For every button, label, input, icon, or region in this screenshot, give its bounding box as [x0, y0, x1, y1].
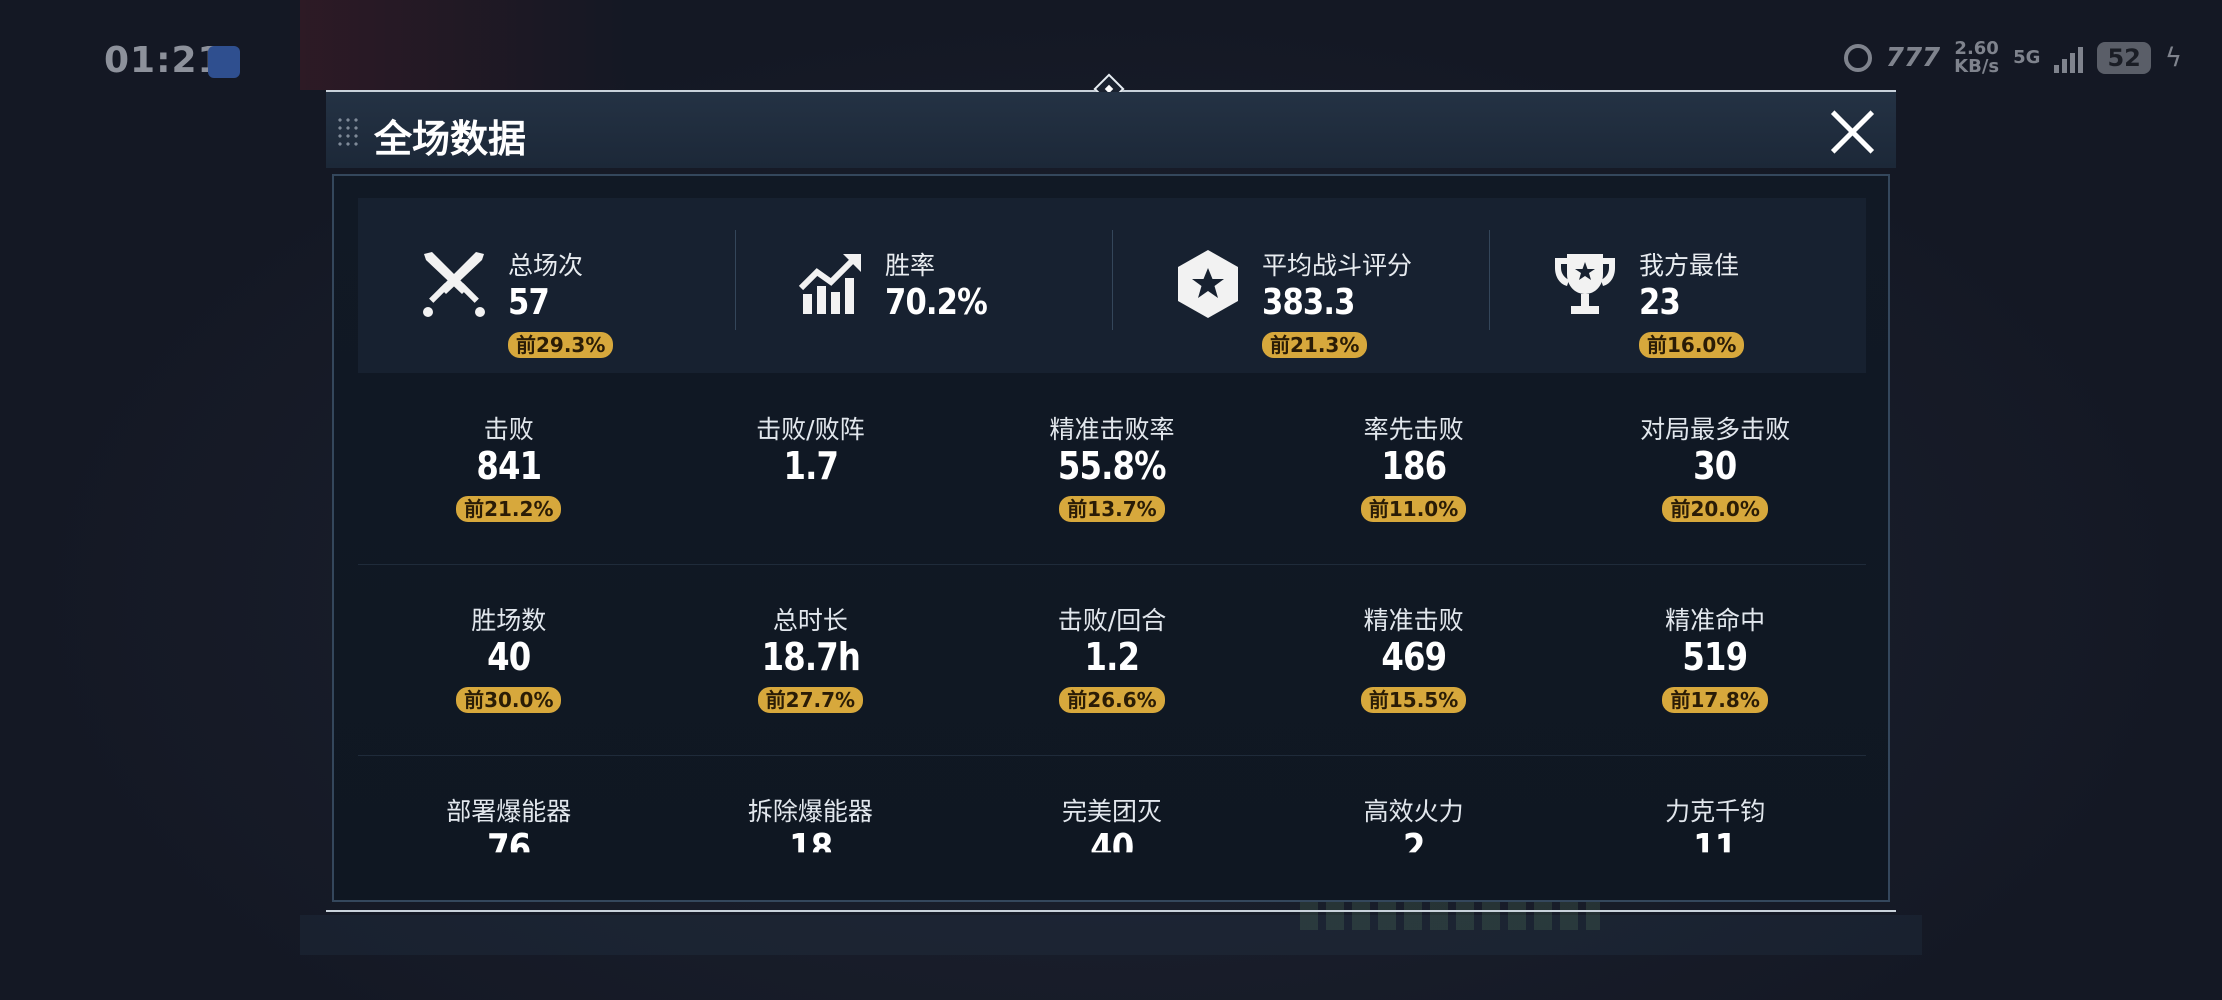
drag-handle-icon[interactable] [336, 116, 358, 146]
stat-cell-plants: 部署爆能器 76 [358, 756, 660, 900]
stats-grid: 击败 841 前21.2% 击败/败阵 1.7 精准击败率 55.8% 前13.… [358, 374, 1866, 900]
stat-label: 完美团灭 [1061, 797, 1162, 826]
crossed-swords-icon [423, 252, 485, 317]
stat-cell-headshot-kills: 精准击败 469 前15.5% [1263, 565, 1565, 755]
stat-value: 76 [487, 826, 531, 870]
stats-row: 胜场数 40 前30.0% 总时长 18.7h 前27.7% 击败/回合 1.2… [358, 565, 1866, 756]
summary-value: 23 [1639, 282, 1681, 323]
stat-label: 拆除爆能器 [747, 797, 873, 826]
summary-value: 70.2% [885, 282, 988, 323]
summary-total-matches: 总场次 57 前29.3% [358, 198, 735, 373]
stat-label: 精准命中 [1665, 606, 1766, 635]
stat-value: 2 [1402, 826, 1425, 870]
close-button[interactable] [1826, 104, 1878, 156]
stat-value: 186 [1381, 444, 1447, 488]
brand-logo-icon: 777 [1885, 43, 1941, 73]
stat-cell-headshot-rate: 精准击败率 55.8% 前13.7% [961, 374, 1263, 564]
rank-badge: 前17.8% [1662, 687, 1768, 713]
summary-label: 我方最佳 [1639, 251, 1740, 280]
summary-win-rate: 胜率 70.2% [735, 198, 1112, 373]
rank-badge: 前20.0% [1662, 496, 1768, 522]
stat-cell-clutches: 力克千钧 11 [1564, 756, 1866, 900]
stat-cell-first-kills: 率先击败 186 前11.0% [1263, 374, 1565, 564]
modal-bottom-border [326, 910, 1896, 912]
stat-value: 55.8% [1058, 444, 1167, 488]
rank-badge: 前29.3% [508, 332, 614, 358]
stat-value: 18 [788, 826, 833, 870]
rank-badge: 前13.7% [1059, 496, 1165, 522]
stat-value: 1.7 [783, 444, 839, 488]
network-speed: 2.60 KB/s [1954, 38, 2000, 77]
summary-panel: 总场次 57 前29.3% 胜率 70.2% 平均战斗评分 383.3 前21.… [358, 198, 1866, 373]
stat-value: 841 [476, 444, 542, 488]
stat-label: 率先击败 [1363, 415, 1464, 444]
summary-team-best: 我方最佳 23 前16.0% [1489, 198, 1866, 373]
rank-badge: 前27.7% [757, 687, 864, 713]
stat-cell-headshot-hits: 精准命中 519 前17.8% [1564, 565, 1866, 755]
rank-badge: 前21.2% [456, 496, 562, 522]
stat-label: 击败/回合 [1057, 606, 1167, 635]
stat-cell-efficient-fire: 高效火力 2 [1263, 756, 1565, 900]
stat-value: 40 [1090, 826, 1134, 870]
stat-cell-kd: 击败/败阵 1.7 [660, 374, 962, 564]
stat-label: 击败 [483, 415, 534, 444]
charging-icon: ϟ [2164, 43, 2182, 73]
stats-modal: 全场数据 总场次 57 前29.3% 胜率 70.2% 平均战斗评分 383.3… [326, 73, 1896, 912]
stat-label: 胜场数 [471, 606, 547, 635]
rank-badge: 前15.5% [1360, 687, 1467, 713]
status-time: 01:21 [104, 40, 224, 81]
modal-header: 全场数据 [326, 92, 1896, 168]
stat-cell-kills-per-round: 击败/回合 1.2 前26.6% [961, 565, 1263, 755]
alarm-icon [1843, 44, 1872, 72]
stat-label: 击败/败阵 [756, 415, 865, 444]
stat-label: 高效火力 [1363, 797, 1464, 826]
background-tab-highlight [300, 0, 630, 90]
stat-value: 1.2 [1084, 635, 1141, 679]
summary-label: 平均战斗评分 [1262, 251, 1413, 280]
rank-badge: 前26.6% [1059, 687, 1165, 713]
rank-badge: 前30.0% [456, 687, 562, 713]
stat-cell-max-kills: 对局最多击败 30 前20.0% [1564, 374, 1866, 564]
stat-value: 11 [1693, 826, 1738, 870]
stat-value: 469 [1381, 635, 1447, 679]
stat-value: 30 [1693, 444, 1738, 488]
stat-cell-kills: 击败 841 前21.2% [358, 374, 660, 564]
status-indicators: 777 2.60 KB/s 5G 52 ϟ [1843, 38, 2182, 77]
stat-label: 精准击败率 [1049, 415, 1175, 444]
rank-badge: 前16.0% [1639, 332, 1745, 358]
stat-label: 力克千钧 [1665, 797, 1766, 826]
star-hexagon-icon [1178, 250, 1238, 318]
stat-value: 519 [1682, 635, 1749, 679]
trend-chart-icon [798, 254, 861, 314]
modal-title: 全场数据 [374, 117, 527, 161]
stat-label: 总时长 [772, 606, 848, 635]
stat-cell-total-time: 总时长 18.7h 前27.7% [660, 565, 962, 755]
summary-average-score: 平均战斗评分 383.3 前21.3% [1112, 198, 1489, 373]
stat-value: 40 [487, 635, 531, 679]
stat-label: 对局最多击败 [1640, 415, 1791, 444]
stat-cell-wins: 胜场数 40 前30.0% [358, 565, 660, 755]
battery-indicator: 52 [2097, 42, 2151, 74]
stat-cell-aces: 完美团灭 40 [961, 756, 1263, 900]
rank-badge: 前11.0% [1360, 496, 1467, 522]
app-notification-icon [208, 46, 240, 78]
signal-icon [2054, 43, 2084, 73]
summary-label: 总场次 [508, 251, 584, 280]
stats-row: 部署爆能器 76 拆除爆能器 18 完美团灭 40 高效火力 2 力克千钧 11 [358, 756, 1866, 900]
summary-label: 胜率 [885, 251, 936, 280]
background-footer [300, 915, 1922, 955]
stat-cell-defuses: 拆除爆能器 18 [660, 756, 962, 900]
rank-badge: 前21.3% [1262, 332, 1368, 358]
stats-row: 击败 841 前21.2% 击败/败阵 1.7 精准击败率 55.8% 前13.… [358, 374, 1866, 565]
trophy-icon [1555, 254, 1615, 314]
modal-body: 总场次 57 前29.3% 胜率 70.2% 平均战斗评分 383.3 前21.… [332, 174, 1890, 902]
summary-value: 383.3 [1262, 282, 1355, 323]
stat-label: 部署爆能器 [446, 797, 572, 826]
summary-value: 57 [508, 282, 550, 323]
stat-label: 精准击败 [1363, 606, 1464, 635]
stat-value: 18.7h [761, 635, 860, 679]
network-type: 5G [2013, 47, 2041, 68]
